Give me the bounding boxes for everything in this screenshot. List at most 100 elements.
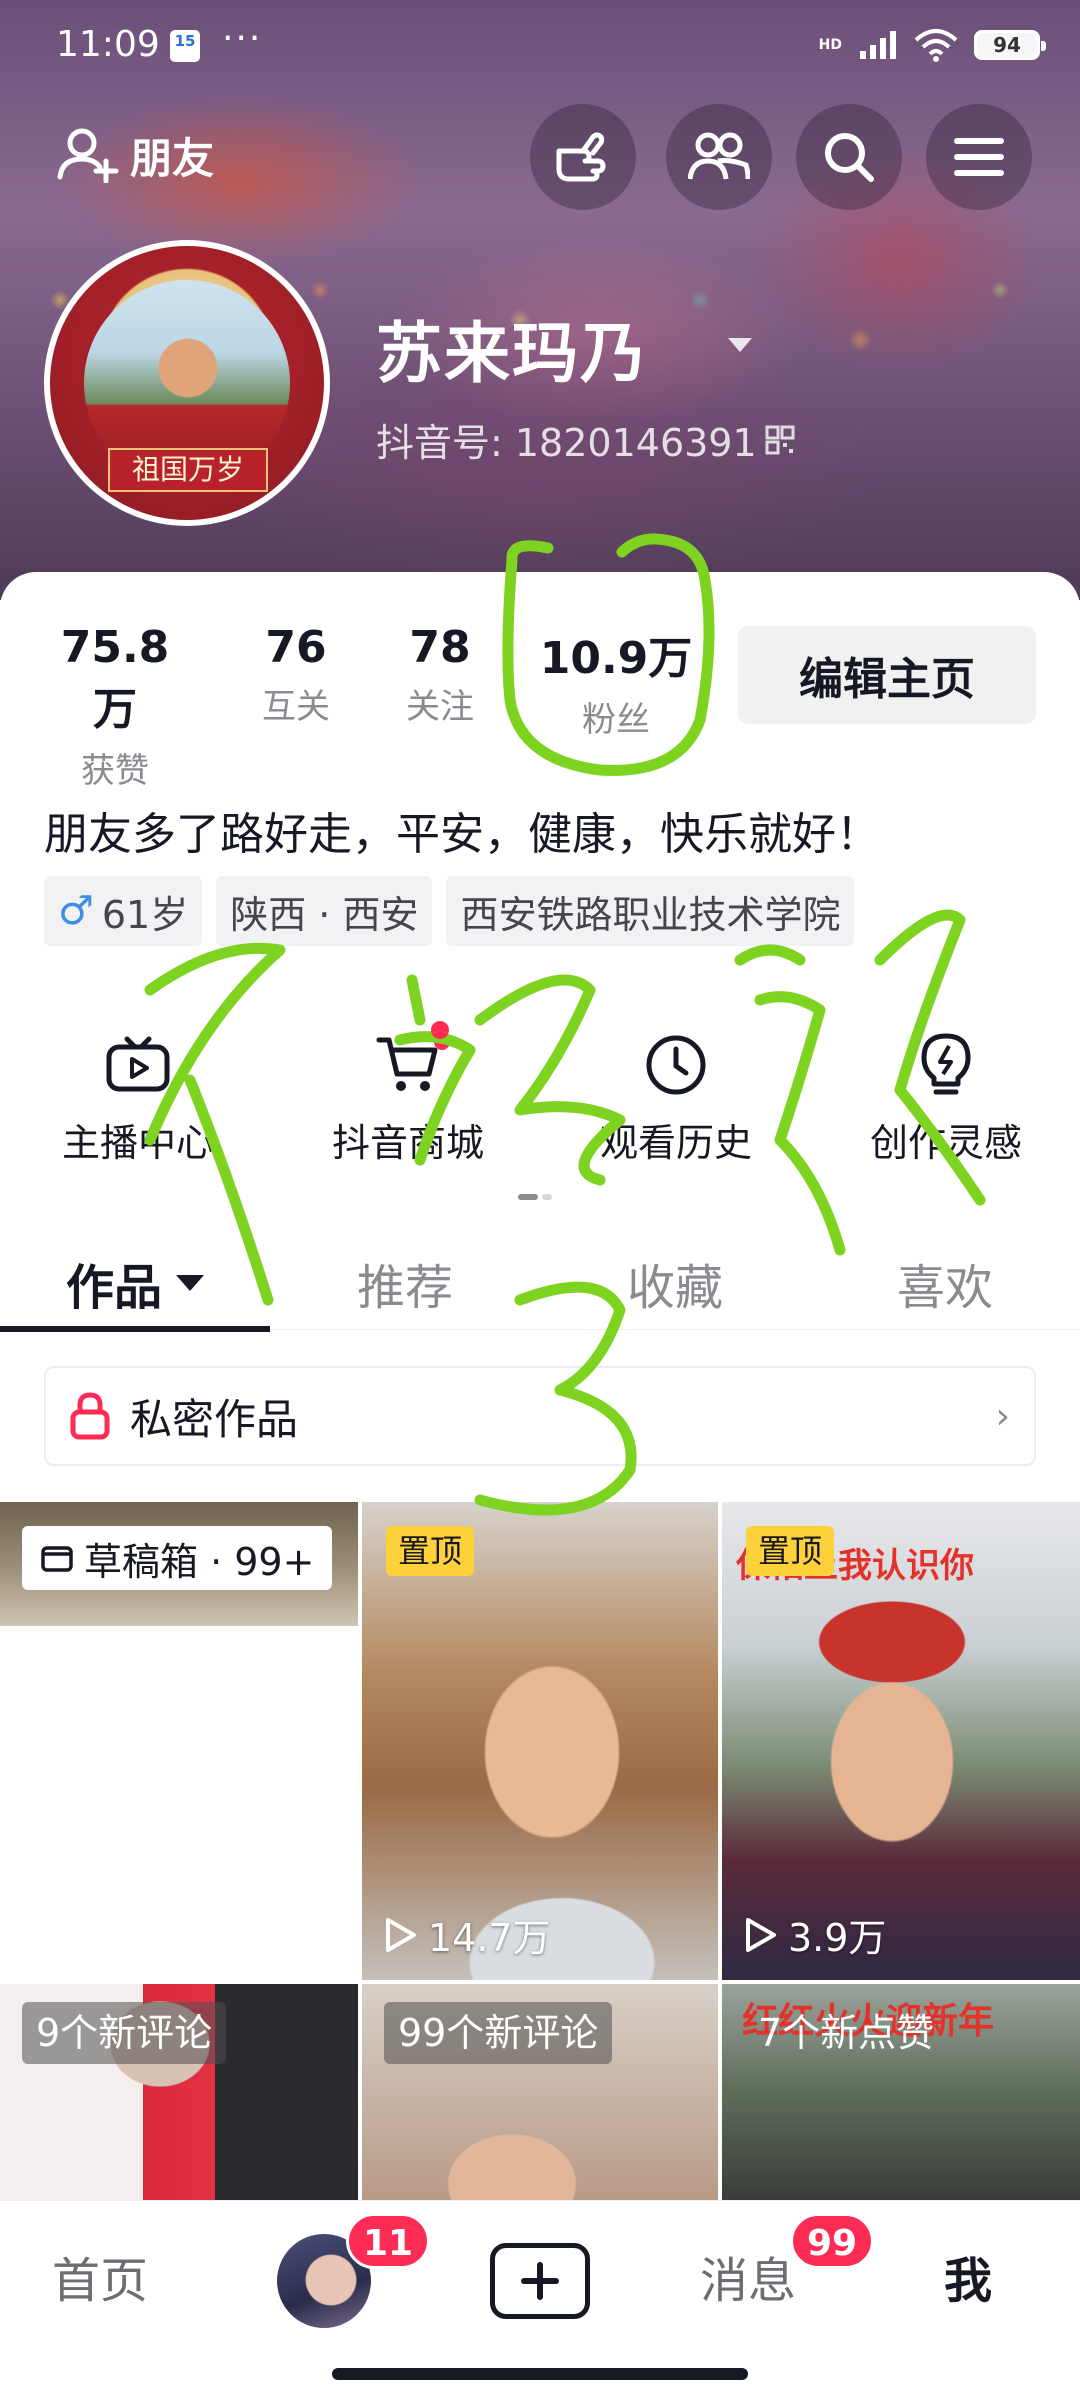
new-likes-badge: 7个新点赞: [758, 2011, 935, 2055]
tool-watch-history[interactable]: 观看历史: [556, 1030, 796, 1167]
stat-likes[interactable]: 75.8万 获赞: [40, 622, 190, 792]
video-card[interactable]: 置顶 14.7万: [362, 1502, 718, 1980]
users-icon: [688, 132, 750, 180]
stat-value: 76: [265, 622, 327, 673]
chevron-down-icon: [176, 1275, 204, 1291]
profile-tags: ♂ 61岁 陕西 · 西安 西安铁路职业技术学院: [44, 876, 855, 946]
stat-label: 互关: [262, 687, 330, 727]
drafts-cell[interactable]: 草稿箱 · 99+: [0, 1502, 358, 1980]
stat-value: 78: [409, 622, 471, 673]
home-indicator[interactable]: [332, 2368, 748, 2380]
age-text: 61岁: [101, 892, 189, 937]
tool-label: 抖音商城: [331, 1121, 484, 1165]
private-works-row[interactable]: 私密作品 ›: [44, 1366, 1036, 1466]
stat-value: 10.9万: [539, 633, 693, 684]
calendar-icon: 15: [170, 30, 200, 62]
add-friend-label: 朋友: [130, 133, 215, 183]
drafts-badge: 草稿箱 · 99+: [22, 1526, 333, 1590]
tab-likes[interactable]: 喜欢: [810, 1236, 1080, 1330]
nav-home[interactable]: 首页: [52, 2241, 148, 2311]
tool-label: 创作灵感: [869, 1121, 1022, 1165]
messages-badge: 99: [790, 2213, 875, 2269]
menu-button[interactable]: [926, 104, 1032, 210]
bulb-icon: [921, 1033, 971, 1095]
clock-icon: [646, 1035, 706, 1095]
lock-icon: [70, 1392, 110, 1440]
profile-tabs: 作品 推荐 收藏 喜欢: [0, 1236, 1080, 1332]
play-icon: [746, 1917, 776, 1952]
male-icon: ♂: [58, 888, 94, 934]
battery-indicator: 94: [974, 30, 1046, 60]
pinned-badge: 置顶: [386, 1526, 475, 1576]
private-works-label: 私密作品: [130, 1394, 299, 1444]
stat-following[interactable]: 78 关注: [390, 622, 490, 728]
tab-indicator: [0, 1326, 270, 1332]
nav-messages[interactable]: 消息: [700, 2241, 796, 2311]
stat-label: 关注: [406, 687, 474, 727]
nav-me[interactable]: 我: [944, 2241, 992, 2311]
video-card[interactable]: 保佑上我认识你 置顶 3.9万: [722, 1502, 1080, 1980]
profile-bio: 朋友多了路好走，平安，健康，快乐就好！: [44, 809, 880, 860]
creator-tools: 主播中心 抖音商城 观看历史 创作灵感: [0, 1030, 1080, 1180]
create-button[interactable]: [490, 2243, 590, 2319]
avatar-banner: 祖国万岁: [108, 448, 268, 492]
douyin-id[interactable]: 抖音号: 1820146391: [376, 412, 795, 467]
video-card[interactable]: 红红火火迎新年 7个新点赞: [722, 1984, 1080, 2200]
search-icon: [825, 133, 874, 182]
view-count: 3.9万: [742, 1907, 886, 1962]
nickname[interactable]: 苏来玛乃: [376, 300, 648, 396]
tools-page-indicator: [518, 1194, 562, 1202]
tool-anchor-center[interactable]: 主播中心: [18, 1030, 258, 1167]
menu-icon: [954, 138, 1004, 176]
visitor-button[interactable]: [530, 104, 636, 210]
location-tag: 陕西 · 西安: [216, 876, 433, 946]
tab-label: 作品: [65, 1260, 162, 1316]
more-notifications-icon: ···: [222, 18, 263, 59]
edit-profile-button[interactable]: 编辑主页: [738, 626, 1036, 724]
tab-recommend[interactable]: 推荐: [270, 1236, 540, 1330]
profile-avatar[interactable]: 祖国万岁: [44, 240, 330, 526]
hand-pointer-icon: [556, 132, 606, 182]
hd-icon: HD: [818, 37, 842, 53]
stat-mutual[interactable]: 76 互关: [246, 622, 346, 728]
add-friend-button[interactable]: 朋友: [56, 100, 214, 210]
status-bar: 11:09 15 ··· HD 94: [0, 0, 1080, 90]
play-icon: [386, 1917, 416, 1952]
status-time: 11:09: [56, 24, 160, 65]
chevron-right-icon: ›: [995, 1395, 1010, 1437]
view-count-text: 3.9万: [788, 1916, 887, 1960]
add-user-icon: [57, 128, 119, 183]
live-play-icon: [106, 1036, 170, 1092]
stat-label: 粉丝: [582, 700, 650, 740]
avatar-frame: 祖国万岁: [50, 246, 324, 520]
tool-douyin-mall[interactable]: 抖音商城: [288, 1030, 528, 1167]
new-dot-indicator: [434, 1034, 450, 1050]
tool-label: 主播中心: [61, 1121, 214, 1165]
stat-followers[interactable]: 10.9万 粉丝: [536, 622, 696, 741]
drafts-label: 草稿箱 · 99+: [84, 1539, 315, 1584]
new-comments-badge: 9个新评论: [22, 2002, 227, 2064]
tab-favorites[interactable]: 收藏: [540, 1236, 810, 1330]
video-card[interactable]: 99个新评论: [362, 1984, 718, 2200]
tab-label: 收藏: [626, 1260, 723, 1316]
tool-creative-inspiration[interactable]: 创作灵感: [826, 1030, 1066, 1167]
search-button[interactable]: [796, 104, 902, 210]
new-comments-badge: 99个新评论: [384, 2002, 613, 2064]
tool-label: 观看历史: [599, 1121, 752, 1165]
plus-icon: [521, 2262, 559, 2300]
school-tag[interactable]: 西安铁路职业技术学院: [446, 876, 855, 946]
drafts-box-icon: [41, 1546, 73, 1572]
tab-label: 推荐: [356, 1260, 453, 1316]
account-switch-icon[interactable]: [728, 338, 752, 352]
age-tag: ♂ 61岁: [44, 876, 203, 946]
qr-code-icon: [765, 425, 795, 454]
video-card[interactable]: 9个新评论: [0, 1984, 358, 2200]
cart-icon: [376, 1037, 438, 1091]
friends-badge: 11: [346, 2213, 431, 2269]
friends-list-button[interactable]: [666, 104, 772, 210]
douyin-id-text: 抖音号: 1820146391: [376, 421, 757, 465]
view-count: 14.7万: [382, 1907, 551, 1962]
stat-label: 获赞: [81, 751, 149, 791]
tab-works[interactable]: 作品: [0, 1236, 270, 1332]
pinned-badge: 置顶: [746, 1526, 835, 1576]
